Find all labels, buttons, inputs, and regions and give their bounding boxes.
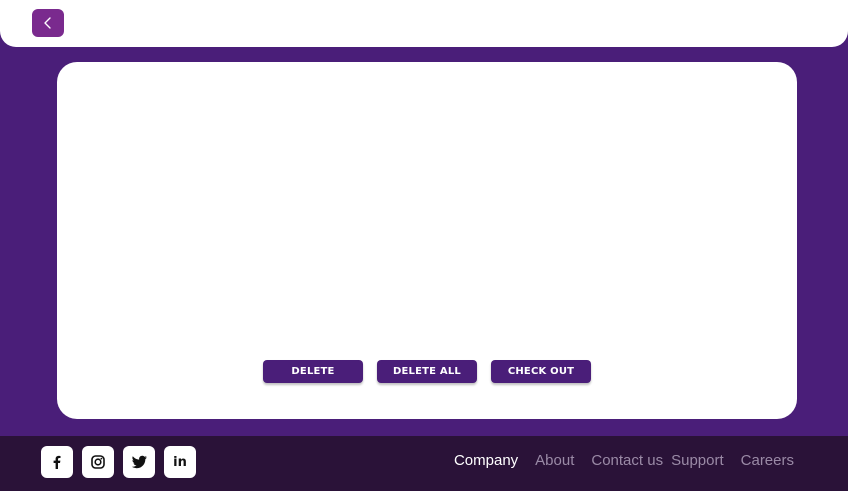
twitter-icon — [131, 455, 147, 468]
linkedin-link[interactable]: in — [164, 446, 196, 478]
instagram-link[interactable] — [82, 446, 114, 478]
linkedin-icon: in — [173, 454, 187, 470]
chevron-left-icon — [44, 17, 51, 29]
facebook-icon — [53, 455, 61, 469]
footer-link-company[interactable]: Company — [454, 452, 518, 469]
facebook-link[interactable] — [41, 446, 73, 478]
delete-all-button[interactable]: DELETE ALL — [377, 360, 477, 383]
cart-actions: DELETE DELETE ALL CHECK OUT — [263, 360, 591, 383]
footer-link-contact-us[interactable]: Contact us — [591, 452, 663, 469]
footer-nav: Company About Contact us Support Careers — [454, 452, 794, 469]
twitter-link[interactable] — [123, 446, 155, 478]
back-button[interactable] — [32, 9, 64, 37]
check-out-button[interactable]: CHECK OUT — [491, 360, 591, 383]
social-links: in — [41, 446, 196, 478]
footer-link-support[interactable]: Support — [671, 452, 724, 469]
footer: in Company About Contact us Support Care… — [0, 436, 848, 491]
footer-link-about[interactable]: About — [535, 452, 574, 469]
top-bar — [0, 0, 848, 47]
instagram-icon — [91, 455, 105, 469]
footer-link-careers[interactable]: Careers — [741, 452, 794, 469]
delete-button[interactable]: DELETE — [263, 360, 363, 383]
